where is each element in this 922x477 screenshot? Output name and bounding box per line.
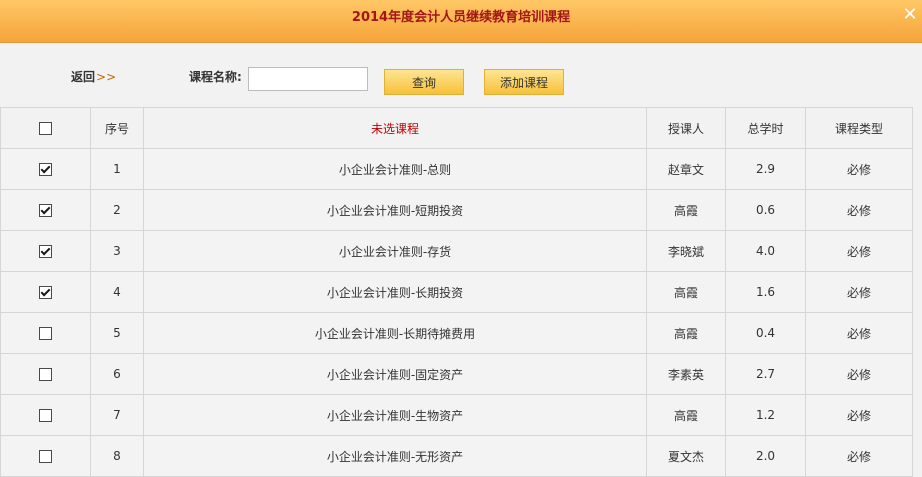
- row-type: 必修: [805, 148, 913, 190]
- row-hours: 0.4: [725, 312, 806, 354]
- table-row[interactable]: 8 小企业会计准则-无形资产 夏文杰 2.0 必修: [0, 435, 913, 477]
- back-arrows: >>: [96, 70, 117, 84]
- add-course-button[interactable]: 添加课程: [484, 69, 564, 95]
- row-checkbox[interactable]: [39, 327, 52, 340]
- select-all-checkbox[interactable]: [39, 122, 52, 135]
- row-hours: 1.6: [725, 271, 806, 313]
- row-hours: 2.7: [725, 353, 806, 395]
- col-header-teacher: 授课人: [646, 107, 726, 149]
- row-hours: 0.6: [725, 189, 806, 231]
- dialog-titlebar: 2014年度会计人员继续教育培训课程 ✕: [0, 0, 922, 43]
- row-index: 8: [90, 435, 144, 477]
- row-index: 2: [90, 189, 144, 231]
- row-index: 7: [90, 394, 144, 436]
- col-header-hours: 总学时: [725, 107, 806, 149]
- row-course-name: 小企业会计准则-长期待摊费用: [143, 312, 647, 354]
- row-type: 必修: [805, 230, 913, 272]
- toolbar: 返回>> 课程名称: 查询 添加课程: [0, 43, 922, 107]
- row-course-name: 小企业会计准则-无形资产: [143, 435, 647, 477]
- row-checkbox[interactable]: [39, 163, 52, 176]
- course-name-label: 课程名称:: [189, 70, 242, 84]
- row-index: 6: [90, 353, 144, 395]
- row-checkbox[interactable]: [39, 409, 52, 422]
- row-select-cell: [0, 271, 91, 313]
- row-hours: 1.2: [725, 394, 806, 436]
- back-link[interactable]: 返回>>: [71, 68, 116, 85]
- row-type: 必修: [805, 312, 913, 354]
- table-row[interactable]: 4 小企业会计准则-长期投资 高霞 1.6 必修: [0, 271, 913, 313]
- row-course-name: 小企业会计准则-存货: [143, 230, 647, 272]
- row-hours: 2.0: [725, 435, 806, 477]
- row-type: 必修: [805, 189, 913, 231]
- row-teacher: 李素英: [646, 353, 726, 395]
- col-header-type: 课程类型: [805, 107, 913, 149]
- row-select-cell: [0, 230, 91, 272]
- row-type: 必修: [805, 353, 913, 395]
- row-type: 必修: [805, 435, 913, 477]
- close-icon[interactable]: ✕: [900, 4, 920, 26]
- row-type: 必修: [805, 394, 913, 436]
- row-hours: 2.9: [725, 148, 806, 190]
- query-button[interactable]: 查询: [384, 69, 464, 95]
- row-teacher: 高霞: [646, 394, 726, 436]
- table-row[interactable]: 6 小企业会计准则-固定资产 李素英 2.7 必修: [0, 353, 913, 395]
- row-course-name: 小企业会计准则-固定资产: [143, 353, 647, 395]
- row-teacher: 高霞: [646, 312, 726, 354]
- row-select-cell: [0, 353, 91, 395]
- row-checkbox[interactable]: [39, 286, 52, 299]
- table-row[interactable]: 3 小企业会计准则-存货 李晓斌 4.0 必修: [0, 230, 913, 272]
- row-teacher: 赵章文: [646, 148, 726, 190]
- row-select-cell: [0, 394, 91, 436]
- row-checkbox[interactable]: [39, 245, 52, 258]
- table-row[interactable]: 2 小企业会计准则-短期投资 高霞 0.6 必修: [0, 189, 913, 231]
- back-label: 返回: [71, 70, 96, 84]
- row-select-cell: [0, 148, 91, 190]
- row-index: 4: [90, 271, 144, 313]
- row-teacher: 高霞: [646, 189, 726, 231]
- table-row[interactable]: 7 小企业会计准则-生物资产 高霞 1.2 必修: [0, 394, 913, 436]
- row-course-name: 小企业会计准则-长期投资: [143, 271, 647, 313]
- select-all-cell: [0, 107, 91, 149]
- col-header-course: 未选课程: [143, 107, 647, 149]
- row-index: 5: [90, 312, 144, 354]
- row-select-cell: [0, 435, 91, 477]
- table-row[interactable]: 5 小企业会计准则-长期待摊费用 高霞 0.4 必修: [0, 312, 913, 354]
- row-select-cell: [0, 189, 91, 231]
- row-index: 3: [90, 230, 144, 272]
- row-checkbox[interactable]: [39, 368, 52, 381]
- table-header-row: 序号 未选课程 授课人 总学时 课程类型: [0, 107, 913, 149]
- row-course-name: 小企业会计准则-生物资产: [143, 394, 647, 436]
- row-course-name: 小企业会计准则-总则: [143, 148, 647, 190]
- row-course-name: 小企业会计准则-短期投资: [143, 189, 647, 231]
- dialog-title: 2014年度会计人员继续教育培训课程: [351, 10, 571, 25]
- row-teacher: 李晓斌: [646, 230, 726, 272]
- course-table: 序号 未选课程 授课人 总学时 课程类型 1 小企业会计准则-总则 赵章文 2.9 必修…: [0, 107, 913, 477]
- row-checkbox[interactable]: [39, 450, 52, 463]
- row-checkbox[interactable]: [39, 204, 52, 217]
- row-hours: 4.0: [725, 230, 806, 272]
- row-teacher: 夏文杰: [646, 435, 726, 477]
- row-teacher: 高霞: [646, 271, 726, 313]
- row-type: 必修: [805, 271, 913, 313]
- course-name-input[interactable]: [248, 67, 368, 91]
- row-select-cell: [0, 312, 91, 354]
- row-index: 1: [90, 148, 144, 190]
- col-header-index: 序号: [90, 107, 144, 149]
- table-row[interactable]: 1 小企业会计准则-总则 赵章文 2.9 必修: [0, 148, 913, 190]
